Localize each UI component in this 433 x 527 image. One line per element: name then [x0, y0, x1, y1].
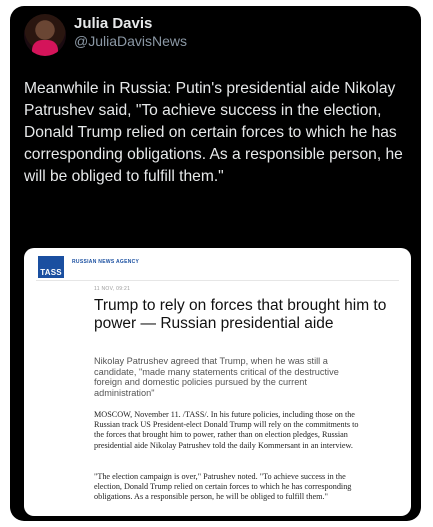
agency-label: RUSSIAN NEWS AGENCY — [72, 259, 140, 265]
embedded-article-image[interactable]: TASS RUSSIAN NEWS AGENCY 11 NOV, 09:21 T… — [24, 248, 411, 516]
header-divider — [36, 280, 399, 281]
article-paragraph: MOSCOW, November 11. /TASS/. In his futu… — [94, 410, 359, 450]
article-lead: Nikolay Patrushev agreed that Trump, whe… — [94, 356, 339, 398]
author-name[interactable]: Julia Davis — [74, 15, 152, 32]
article-headline: Trump to rely on forces that brought him… — [94, 297, 387, 332]
avatar[interactable] — [24, 14, 66, 56]
author-handle[interactable]: @JuliaDavisNews — [74, 33, 187, 49]
article-paragraph: "The election campaign is over," Patrush… — [94, 472, 352, 502]
avatar-dress — [32, 40, 58, 56]
tweet-card: Julia Davis @JuliaDavisNews Meanwhile in… — [10, 6, 421, 521]
tweet-text: Meanwhile in Russia: Putin's presidentia… — [24, 80, 403, 185]
article-date: 11 NOV, 09:21 — [94, 286, 131, 292]
tass-logo: TASS — [38, 256, 64, 278]
